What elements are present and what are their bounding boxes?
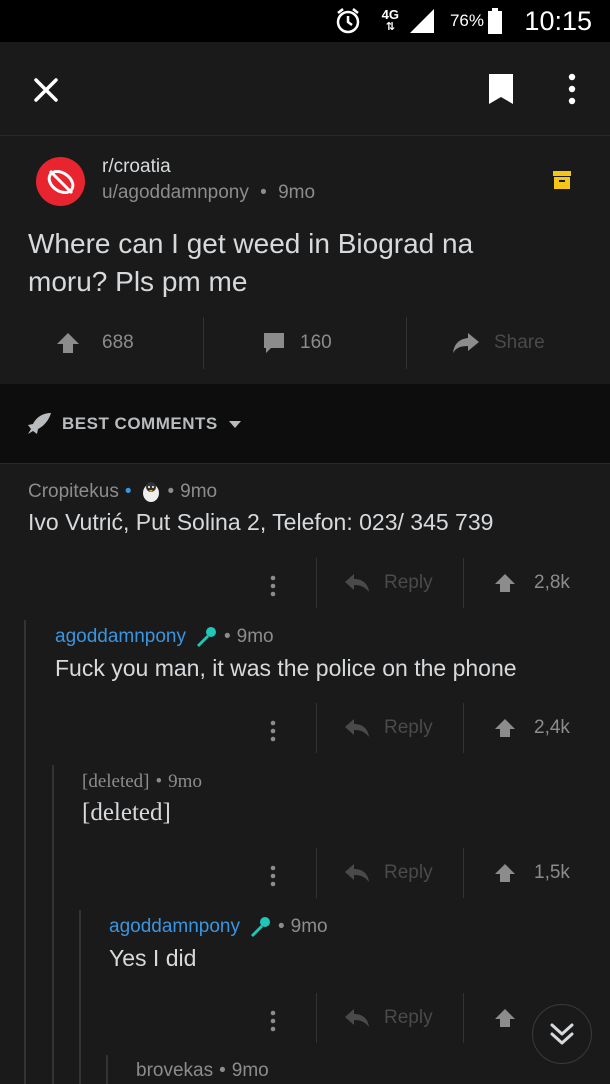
reply-icon [344,573,370,593]
signal-icon [408,0,436,42]
comment-actions: Reply 2,4k [0,703,610,757]
divider [316,703,317,753]
more-vertical-icon[interactable] [253,566,293,606]
comment-author[interactable]: Cropitekus [28,481,119,503]
upvote-icon [494,863,516,883]
comment-age: 9mo [236,626,274,647]
rocket-icon [26,412,52,441]
comment-sort-bar[interactable]: BEST COMMENTS [0,384,610,464]
upvote-icon [56,332,80,354]
comment-age: 9mo [290,916,328,937]
comment-body: [deleted] [82,799,171,826]
comments-button[interactable]: 160 [262,315,332,371]
reply-button[interactable]: Reply [344,703,433,753]
comment-icon [262,331,286,355]
comment-header: Cropitekus • • 9mo [28,481,218,503]
divider [463,703,464,753]
more-vertical-icon[interactable] [562,72,582,111]
comment-score: 2,8k [534,572,570,593]
post-meta: u/agoddamnpony • 9mo [102,182,316,203]
battery-percent: 76% [449,11,484,30]
alarm-icon [334,0,362,42]
more-vertical-icon[interactable] [253,711,293,751]
comment-body: Yes I did [109,945,197,971]
upvote-button[interactable]: 688 [56,315,134,371]
next-comment-button[interactable] [532,1004,592,1064]
comment-author[interactable]: brovekas [136,1060,213,1082]
comment-author[interactable]: agoddamnpony [109,916,240,938]
post-age: 9mo [278,182,316,203]
post-title[interactable]: Where can I get weed in Biograd na moru?… [28,225,588,301]
divider [463,993,464,1043]
comment-header: agoddamnpony • 9mo [55,626,274,648]
upvote-button[interactable]: 2,4k [494,703,570,753]
divider [316,848,317,898]
share-label: Share [494,332,545,353]
reply-icon [344,1008,370,1028]
comment-header: brovekas • 9mo [136,1060,269,1082]
comment-actions: Reply 1,5k [0,848,610,902]
archive-icon [552,170,572,190]
penguin-icon [141,481,161,503]
clock: 10:15 [524,5,592,36]
comment-author[interactable]: agoddamnpony [55,626,186,648]
divider [406,317,407,369]
subreddit-avatar[interactable] [36,157,85,206]
more-vertical-icon[interactable] [253,856,293,896]
upvote-button[interactable]: 2,8k [494,558,570,608]
network-type: 4G ⇅ [381,7,399,33]
sort-label: BEST COMMENTS [62,384,242,464]
reply-button[interactable]: Reply [344,558,433,608]
reply-button[interactable]: Reply [344,993,433,1043]
divider [463,558,464,608]
comment-count: 160 [300,332,332,353]
upvote-icon [494,573,516,593]
comment-age: 9mo [168,771,202,792]
reply-button[interactable]: Reply [344,848,433,898]
comment-actions: Reply 2,8k [0,558,610,612]
upvote-button[interactable]: 1,5k [494,848,570,898]
comment-score: 2,4k [534,717,570,738]
mod-dot: • [124,481,132,502]
comment-body: Ivo Vutrić, Put Solina 2, Telefon: 023/ … [28,509,494,535]
divider [203,317,204,369]
close-icon[interactable] [30,74,62,111]
share-button[interactable]: Share [452,315,545,371]
double-chevron-down-icon [549,1022,575,1046]
post-actions: 688 160 Share [0,315,610,371]
post-author[interactable]: u/agoddamnpony [102,182,249,203]
divider [463,848,464,898]
comment-actions: Reply [0,993,530,1047]
upvote-icon [494,1008,516,1028]
status-bar: 4G ⇅ 76% 10:15 [0,0,610,42]
microphone-icon [248,916,272,938]
bookmark-icon[interactable] [487,72,515,111]
comment-age: 9mo [180,481,218,502]
divider [316,993,317,1043]
comment-body: Fuck you man, it was the police on the p… [55,655,517,681]
data-arrows-icon: ⇅ [385,21,395,33]
comment-age: 9mo [231,1060,269,1081]
reply-icon [344,718,370,738]
upvote-button[interactable] [494,993,516,1043]
upvote-icon [494,718,516,738]
comment-score: 1,5k [534,862,570,883]
subreddit-name[interactable]: r/croatia [102,156,171,178]
chevron-down-icon [228,420,242,429]
microphone-icon [194,626,218,648]
more-vertical-icon[interactable] [253,1001,293,1041]
comment-header: agoddamnpony • 9mo [109,916,328,938]
divider [316,558,317,608]
top-bar [0,42,610,136]
upvote-count: 688 [102,332,134,353]
thread-line [106,1055,108,1084]
comment-header: [deleted] • 9mo [82,771,202,792]
reply-icon [344,863,370,883]
battery-icon [488,0,502,42]
share-icon [452,332,480,354]
comment-author: [deleted] [82,771,150,792]
